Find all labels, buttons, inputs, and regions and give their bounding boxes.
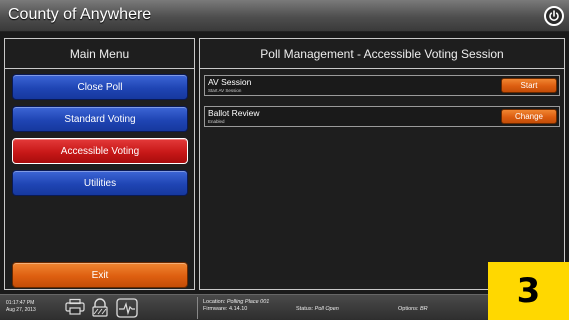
printer-icon <box>65 298 85 315</box>
options-label: Options: <box>398 306 419 312</box>
av-session-subtitle: Start AV Session <box>208 88 242 93</box>
location-value: Polling Place 001 <box>226 299 270 305</box>
main-menu-panel: Main Menu Close Poll Standard Voting Acc… <box>4 38 195 290</box>
ballot-review-row: Ballot Review Enabled Change <box>204 106 560 127</box>
status-value: Poll Open <box>314 306 339 312</box>
start-button[interactable]: Start <box>501 78 557 93</box>
status-bar: 01:17:47 PM Aug 27, 2013 Location: Polli… <box>0 294 569 320</box>
step-badge: 3 <box>488 262 569 320</box>
status-block: Status: Poll Open <box>296 306 339 312</box>
ballot-review-title: Ballot Review <box>208 108 260 118</box>
ballot-review-subtitle: Enabled <box>208 119 225 124</box>
app-title: County of Anywhere <box>8 6 152 23</box>
firmware-value: 4.14.10 <box>228 306 248 312</box>
title-bar: County of Anywhere <box>0 0 569 32</box>
av-session-row: AV Session Start AV Session Start <box>204 75 560 96</box>
options-block: Options: BR <box>398 306 428 312</box>
heartbeat-icon <box>116 298 138 318</box>
poll-management-panel: Poll Management - Accessible Voting Sess… <box>199 38 565 290</box>
firmware-label: Firmware: <box>203 306 228 312</box>
power-button[interactable] <box>544 6 564 26</box>
poll-management-header: Poll Management - Accessible Voting Sess… <box>200 39 564 69</box>
change-button[interactable]: Change <box>501 109 557 124</box>
options-value: BR <box>420 306 428 312</box>
location-label: Location: <box>203 299 226 305</box>
standard-voting-button[interactable]: Standard Voting <box>12 106 188 132</box>
status-divider <box>197 297 198 319</box>
lock-icon <box>92 298 108 317</box>
date-text: Aug 27, 2013 <box>6 307 36 313</box>
status-label: Status: <box>296 306 314 312</box>
av-session-title: AV Session <box>208 77 252 87</box>
time-text: 01:17:47 PM <box>6 300 35 306</box>
exit-button[interactable]: Exit <box>12 262 188 288</box>
utilities-button[interactable]: Utilities <box>12 170 188 196</box>
main-menu-header: Main Menu <box>5 39 194 69</box>
close-poll-button[interactable]: Close Poll <box>12 74 188 100</box>
location-block: Location: Polling Place 001 Firmware: 4.… <box>203 299 269 313</box>
accessible-voting-button[interactable]: Accessible Voting <box>12 138 188 164</box>
clock: 01:17:47 PM Aug 27, 2013 <box>6 300 36 314</box>
power-icon <box>549 10 559 21</box>
